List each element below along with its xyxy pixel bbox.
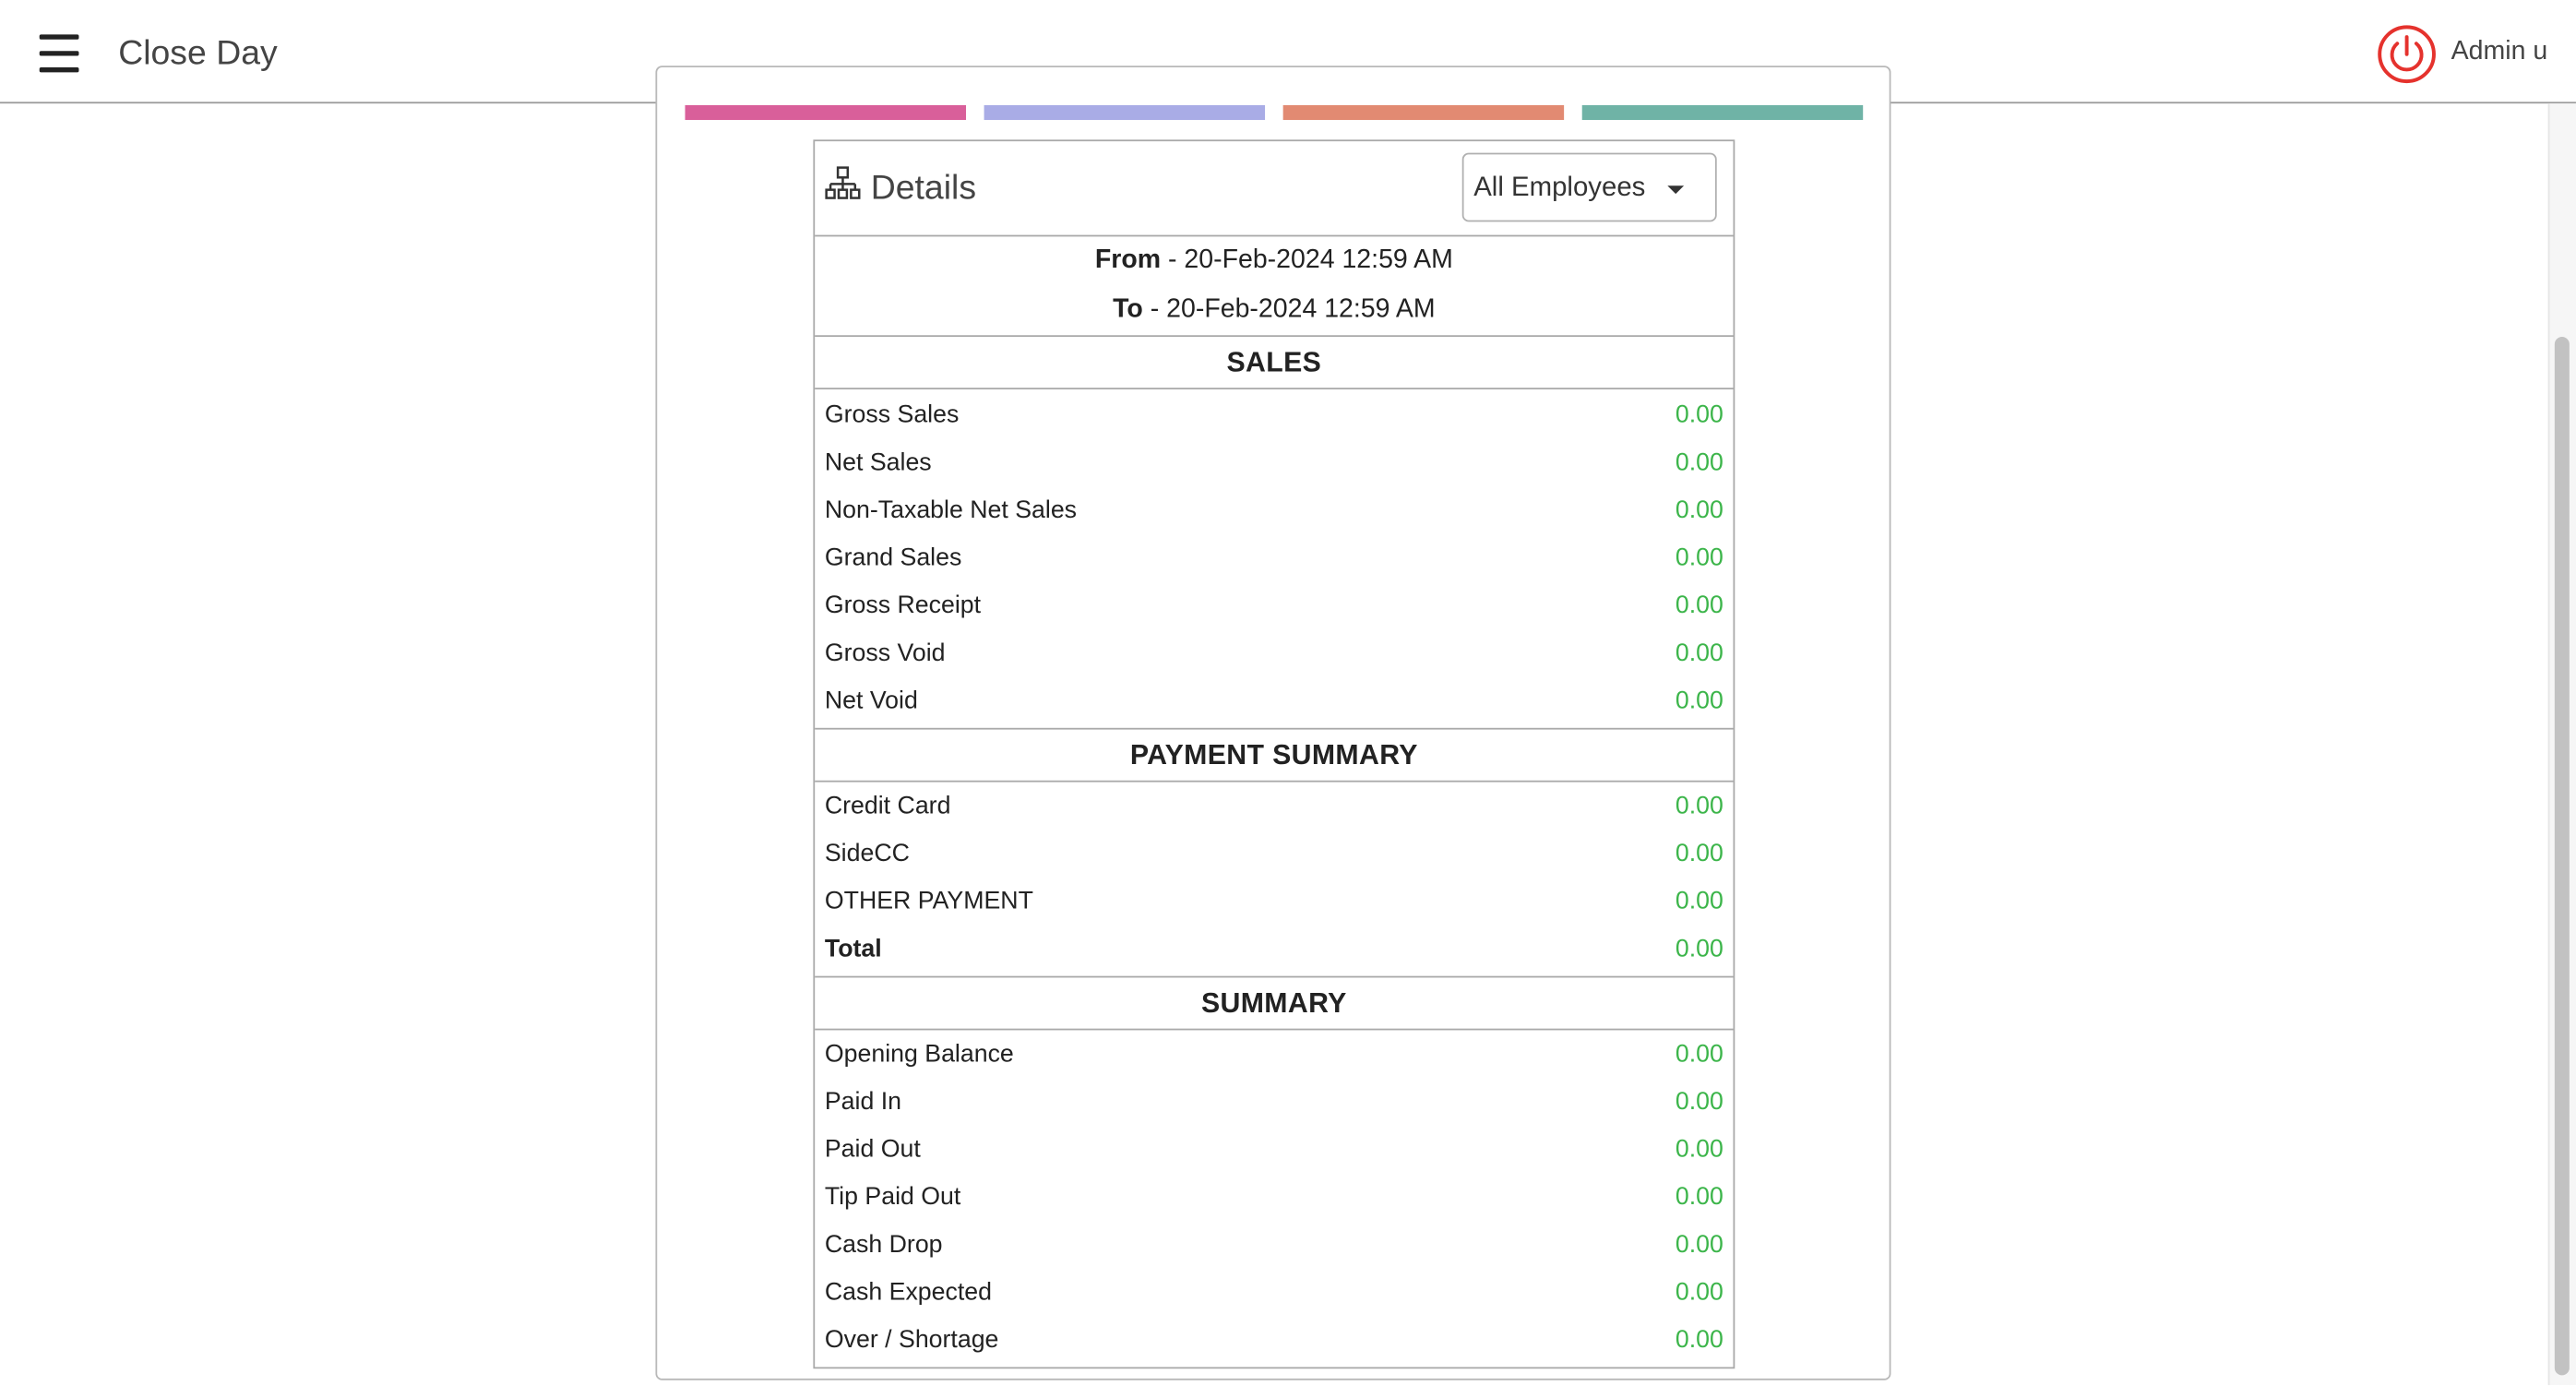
table-row: Cash Expected 0.00 bbox=[815, 1269, 1733, 1317]
table-row: Cash Drop 0.00 bbox=[815, 1221, 1733, 1269]
row-label: Gross Receipt bbox=[824, 591, 982, 620]
row-label: Non-Taxable Net Sales bbox=[824, 496, 1078, 525]
table-row: Over / Shortage 0.00 bbox=[815, 1316, 1733, 1364]
table-row: Non-Taxable Net Sales 0.00 bbox=[815, 486, 1733, 534]
employee-filter-select[interactable]: All Employees bbox=[1461, 152, 1717, 222]
row-label: Opening Balance bbox=[824, 1040, 1014, 1069]
table-row: Opening Balance 0.00 bbox=[815, 1030, 1733, 1078]
row-label: Credit Card bbox=[824, 792, 951, 820]
tile-strip-1[interactable] bbox=[685, 104, 966, 120]
row-value: 0.00 bbox=[1675, 591, 1723, 620]
row-value: 0.00 bbox=[1675, 687, 1723, 715]
table-row: Tip Paid Out 0.00 bbox=[815, 1173, 1733, 1221]
table-row: Total 0.00 bbox=[815, 925, 1733, 973]
to-date: To - 20-Feb-2024 12:59 AM bbox=[815, 296, 1733, 326]
row-label: Net Sales bbox=[824, 448, 932, 477]
from-label: From bbox=[1094, 246, 1162, 275]
power-icon[interactable] bbox=[2378, 25, 2437, 84]
employee-filter-value: All Employees bbox=[1473, 172, 1646, 203]
row-label: Gross Void bbox=[824, 639, 946, 667]
row-label: Paid Out bbox=[824, 1135, 921, 1164]
row-label: Gross Sales bbox=[824, 400, 960, 429]
row-value: 0.00 bbox=[1675, 496, 1723, 525]
tile-strip-3[interactable] bbox=[1282, 104, 1565, 120]
row-value: 0.00 bbox=[1675, 448, 1723, 477]
from-date: From - 20-Feb-2024 12:59 AM bbox=[815, 246, 1733, 276]
scrollbar-thumb[interactable] bbox=[2554, 337, 2570, 1376]
from-value: - 20-Feb-2024 12:59 AM bbox=[1168, 246, 1453, 275]
table-row: Net Sales 0.00 bbox=[815, 438, 1733, 486]
payment-summary-heading: PAYMENT SUMMARY bbox=[815, 727, 1734, 783]
table-row: Credit Card 0.00 bbox=[815, 783, 1733, 830]
details-panel: Details All Employees From - 20-Feb-2024… bbox=[813, 139, 1735, 1369]
page-title: Close Day bbox=[118, 34, 278, 73]
row-label: Cash Drop bbox=[824, 1230, 943, 1259]
to-label: To bbox=[1113, 295, 1143, 324]
row-value: 0.00 bbox=[1675, 1040, 1723, 1069]
row-value: 0.00 bbox=[1675, 1135, 1723, 1164]
details-title: Details bbox=[870, 169, 977, 208]
row-value: 0.00 bbox=[1675, 792, 1723, 820]
row-label: Grand Sales bbox=[824, 544, 962, 572]
row-label: OTHER PAYMENT bbox=[824, 887, 1033, 915]
caret-down-icon bbox=[1667, 185, 1685, 195]
menu-icon[interactable] bbox=[39, 34, 79, 74]
table-row: Gross Void 0.00 bbox=[815, 629, 1733, 677]
row-value: 0.00 bbox=[1675, 935, 1723, 963]
row-label: Tip Paid Out bbox=[824, 1183, 961, 1212]
row-value: 0.00 bbox=[1675, 544, 1723, 572]
sales-heading: SALES bbox=[815, 335, 1734, 390]
row-value: 0.00 bbox=[1675, 887, 1723, 915]
row-value: 0.00 bbox=[1675, 400, 1723, 429]
row-value: 0.00 bbox=[1675, 1278, 1723, 1307]
row-label: SideCC bbox=[824, 839, 910, 868]
to-value: - 20-Feb-2024 12:59 AM bbox=[1150, 295, 1436, 324]
user-name[interactable]: Admin u bbox=[2451, 38, 2548, 67]
table-row: Gross Sales 0.00 bbox=[815, 391, 1733, 439]
row-value: 0.00 bbox=[1675, 839, 1723, 868]
table-row: SideCC 0.00 bbox=[815, 830, 1733, 878]
row-label: Cash Expected bbox=[824, 1278, 993, 1307]
row-value: 0.00 bbox=[1675, 1087, 1723, 1117]
row-label: Total bbox=[824, 935, 882, 963]
table-row: Grand Sales 0.00 bbox=[815, 534, 1733, 582]
close-day-screen: Close Day Admin u Details All Employees … bbox=[0, 0, 2576, 1386]
table-row: Gross Receipt 0.00 bbox=[815, 581, 1733, 629]
details-header: Details All Employees bbox=[815, 141, 1734, 237]
summary-heading: SUMMARY bbox=[815, 975, 1734, 1031]
row-label: Paid In bbox=[824, 1087, 902, 1117]
table-row: OTHER PAYMENT 0.00 bbox=[815, 878, 1733, 926]
row-value: 0.00 bbox=[1675, 1325, 1723, 1355]
row-value: 0.00 bbox=[1675, 639, 1723, 667]
row-label: Over / Shortage bbox=[824, 1325, 999, 1355]
row-value: 0.00 bbox=[1675, 1183, 1723, 1212]
sitemap-icon bbox=[825, 166, 861, 202]
table-row: Net Void 0.00 bbox=[815, 677, 1733, 725]
tile-strip-2[interactable] bbox=[984, 104, 1266, 120]
table-row: Paid Out 0.00 bbox=[815, 1126, 1733, 1174]
row-value: 0.00 bbox=[1675, 1230, 1723, 1259]
table-row: Paid In 0.00 bbox=[815, 1078, 1733, 1126]
row-label: Net Void bbox=[824, 687, 918, 715]
tile-strip-4[interactable] bbox=[1581, 104, 1864, 120]
